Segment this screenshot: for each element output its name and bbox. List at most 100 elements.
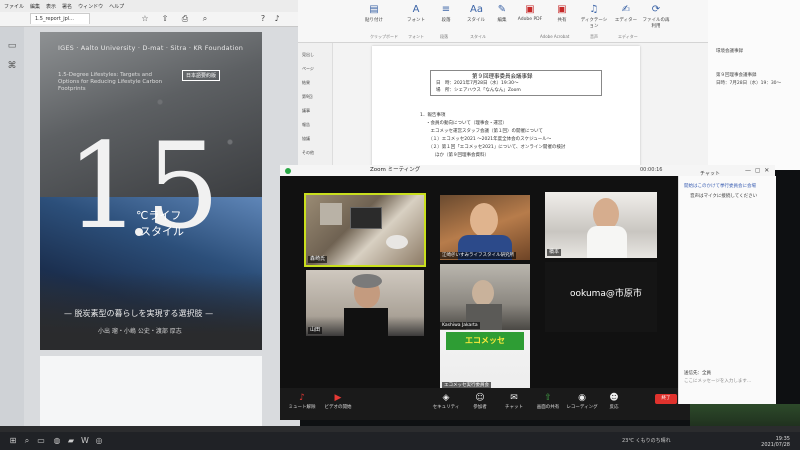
editor-icon: ✍	[621, 4, 631, 15]
attachment-icon[interactable]: ⌘	[6, 60, 18, 72]
end-meeting-button[interactable]: 終了	[655, 394, 677, 404]
clipboard-icon: ▤	[369, 4, 379, 15]
participant-name: Kashiwa Jakarta	[440, 322, 480, 329]
print-icon[interactable]: ⎙	[180, 14, 190, 24]
nav-item[interactable]: ページ	[302, 66, 330, 72]
avatar	[472, 280, 494, 306]
ribbon-group-styles: スタイル	[470, 34, 486, 39]
start-icon[interactable]: ⊞	[8, 436, 18, 446]
video-tile-morisaki[interactable]: 森崎氏	[304, 193, 426, 267]
ribbon-group-font: フォント	[408, 34, 424, 39]
unmute-button[interactable]: ♪ ミュート解除	[284, 392, 320, 410]
doc-line: ・会員の動向について（理事会・運営）	[426, 121, 507, 126]
menu-sign[interactable]: 署名	[62, 3, 72, 10]
menu-window[interactable]: ウィンドウ	[78, 3, 103, 10]
start-video-button[interactable]: ▶ ビデオの開始	[320, 392, 356, 410]
chat-recipient-select[interactable]: 送信先：全員	[684, 370, 711, 376]
video-tile-kashiwa[interactable]: Kashiwa Jakarta	[440, 264, 530, 330]
nav-item[interactable]: 協議	[302, 136, 330, 142]
doc-date: 日 時：2021年7月28日（水）19:30～	[436, 81, 519, 86]
doc-line: ほか（第９回理事会資料）	[426, 153, 489, 158]
chat-input[interactable]: ここにメッセージを入力します...	[684, 378, 751, 384]
video-tile-hashimoto[interactable]: 橋本	[545, 192, 657, 258]
ribbon-button-paste[interactable]: ▤ 貼り付け	[360, 4, 388, 23]
nav-item[interactable]: その他	[302, 150, 330, 156]
font-icon: A	[412, 4, 420, 15]
search-icon[interactable]: ⌕	[22, 436, 32, 446]
video-tile-yamada[interactable]: 山田	[306, 270, 424, 336]
reuse-icon: ⟳	[651, 4, 661, 15]
ribbon-group-editor: エディター	[618, 34, 638, 39]
security-button[interactable]: ◈ セキュリティ	[428, 392, 464, 410]
word-icon[interactable]: W	[80, 436, 90, 446]
bell-icon[interactable]: ♪	[272, 14, 282, 24]
doc-place: 場 所：シェアハウス「なんなん」Zoom	[436, 88, 521, 93]
ribbon-button-editor[interactable]: ✍ エディター	[612, 4, 640, 23]
help-icon[interactable]: ?	[258, 14, 268, 24]
nav-item[interactable]: 議事	[302, 108, 330, 114]
video-icon: ▶	[334, 393, 342, 403]
doc-line: エコメッセ運営スタッフ会議（第１回）の開催について	[426, 129, 543, 134]
participant-name: 山田	[308, 327, 323, 334]
nav-item[interactable]: 報告	[302, 122, 330, 128]
ribbon-button-edit[interactable]: ✎ 編集	[488, 4, 516, 23]
participant-name: 森崎氏	[308, 256, 328, 263]
ribbon-button-dictate[interactable]: ♫ ディクテーション	[580, 4, 608, 29]
ribbon-button-styles[interactable]: Aa スタイル	[462, 4, 490, 23]
monitor-in-video	[350, 207, 382, 229]
share-icon: ▣	[557, 4, 567, 15]
cover-japanese-subtitle: — 脱炭素型の暮らしを実現する選択肢 —	[64, 309, 214, 318]
participants-button[interactable]: ☺ 参加者	[462, 392, 498, 410]
ribbon-button-reuse[interactable]: ⟳ ファイルの再利用	[642, 4, 670, 29]
reactions-icon: ☻	[609, 393, 619, 403]
menu-view[interactable]: 表示	[46, 3, 56, 10]
video-tile-ezaki[interactable]: 江崎＠いすみライフスタイル研究所	[440, 195, 530, 260]
chat-title: チャット	[700, 171, 720, 177]
pdf-document-tab[interactable]: 1.5_report_jpl...	[30, 13, 90, 24]
reactions-button[interactable]: ☻ 反応	[596, 392, 632, 410]
zoom-icon[interactable]: ⌕	[200, 14, 210, 24]
ribbon-button-paragraph[interactable]: ≡ 段落	[432, 4, 460, 23]
word-document-page[interactable]	[372, 46, 640, 170]
taskbar-clock[interactable]: 19:35 2021/07/28	[740, 436, 790, 448]
ribbon-button-adobe-pdf[interactable]: ▣ Adobe PDF	[516, 4, 544, 22]
avatar	[320, 203, 342, 225]
menu-edit[interactable]: 編集	[30, 3, 40, 10]
weather-widget[interactable]: 23℃ くもりのち晴れ	[622, 437, 671, 444]
pdf-icon: ▣	[525, 4, 535, 15]
upload-icon[interactable]: ⇧	[160, 14, 170, 24]
pdf-menubar: ファイル 編集 表示 署名 ウィンドウ ヘルプ	[0, 0, 300, 12]
menu-help[interactable]: ヘルプ	[109, 3, 124, 10]
doc-line: （２）第１回「エコメッセ2021」について、オンライン開催の検討	[426, 145, 566, 150]
record-button[interactable]: ◉ レコーディング	[564, 392, 600, 410]
chat-button[interactable]: ✉ チャット	[496, 392, 532, 410]
taskbar-date: 2021/07/28	[761, 442, 790, 448]
ribbon-group-clipboard: クリップボード	[370, 34, 398, 39]
zoom-app-icon[interactable]: ◎	[94, 436, 104, 446]
ribbon-group-paragraph: 段落	[440, 34, 448, 39]
browser-icon[interactable]: ◍	[52, 436, 62, 446]
menu-file[interactable]: ファイル	[4, 3, 24, 10]
star-icon[interactable]: ☆	[140, 14, 150, 24]
folder-icon[interactable]: ▰	[66, 436, 76, 446]
doc-line: （１）エコメッセ2021 ～2021年度全体会のスケジュール～	[426, 137, 552, 142]
record-icon: ◉	[578, 393, 586, 403]
task-view-icon[interactable]: ▭	[36, 436, 46, 446]
ribbon-group-adobe: Adobe Acrobat	[540, 34, 570, 39]
participant-name: 江崎＠いすみライフスタイル研究所	[440, 252, 516, 259]
chat-message: 音声はマイクに接続してください	[690, 194, 758, 199]
window-controls[interactable]: — ▢ ✕	[745, 165, 769, 176]
pdf-cover-page: IGES · Aalto University · D-mat · Sitra …	[40, 32, 262, 350]
participants-icon: ☺	[475, 393, 485, 403]
ribbon-button-share[interactable]: ▣ 共有	[548, 4, 576, 23]
ribbon-group-voice: 音声	[590, 34, 598, 39]
bookmark-icon[interactable]: ▭	[6, 40, 18, 52]
nav-item[interactable]: 第9回	[302, 94, 330, 100]
share-screen-button[interactable]: ⇧ 画面の共有	[530, 392, 566, 410]
encryption-shield-icon[interactable]	[285, 168, 291, 174]
ribbon-button-font[interactable]: A フォント	[402, 4, 430, 23]
nav-item[interactable]: 見出し	[302, 52, 330, 58]
meeting-timer: 00:00:16	[640, 167, 663, 173]
chat-message: 開始はこのかけて挙行委員会に会場	[684, 184, 756, 189]
nav-item[interactable]: 結果	[302, 80, 330, 86]
